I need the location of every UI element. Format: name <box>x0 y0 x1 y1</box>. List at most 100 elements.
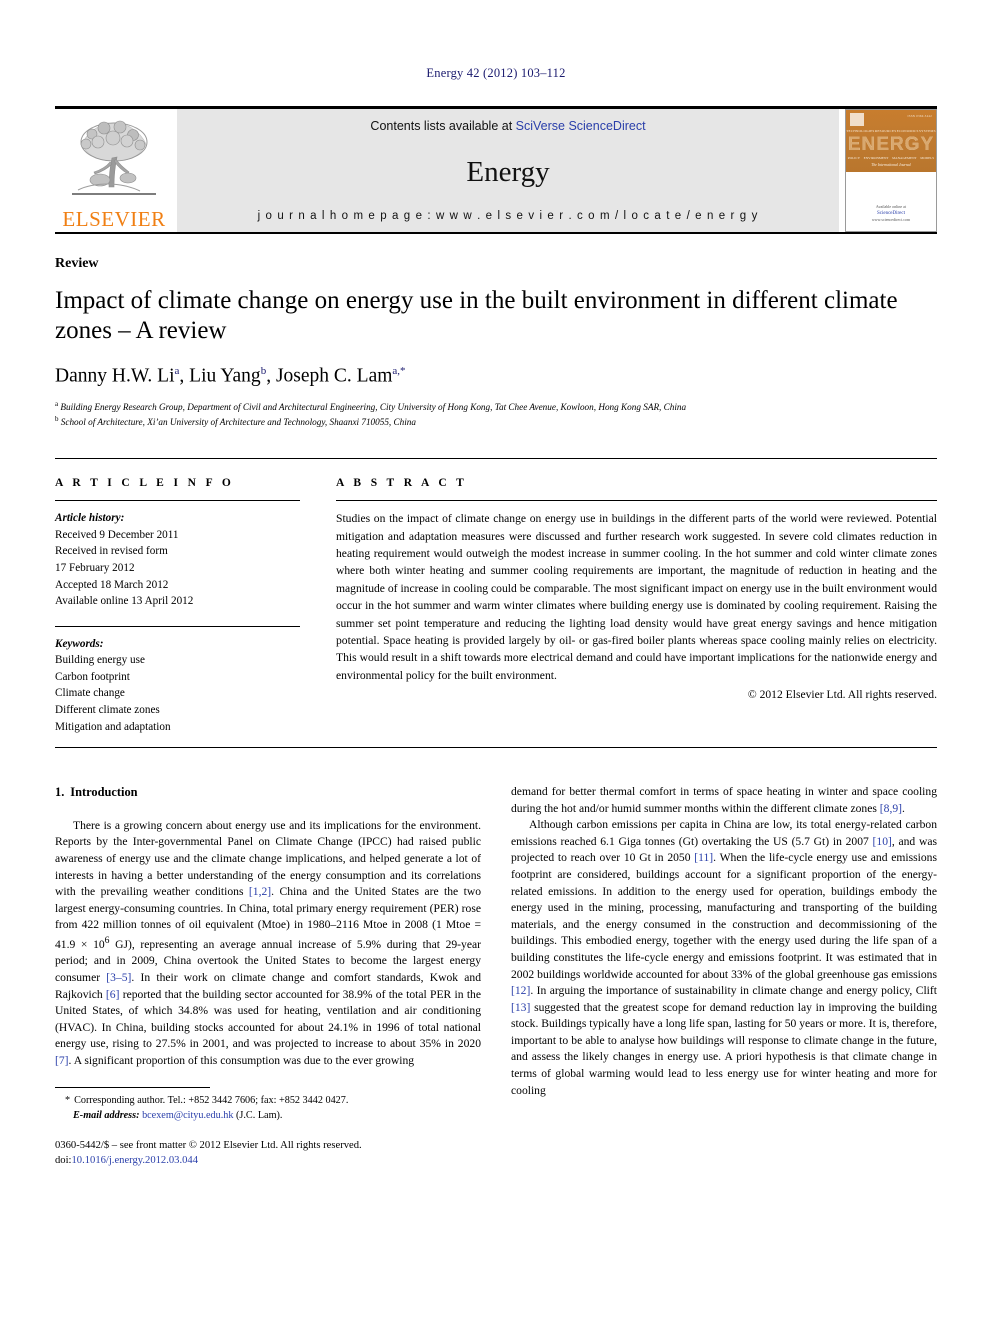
affiliation-a: a Building Energy Research Group, Depart… <box>55 399 937 415</box>
cover-subhead-top-4: SYSTEMS <box>919 129 936 133</box>
cover-subhead-top-2: RESOURCES <box>874 129 897 133</box>
keyword-item: Carbon footprint <box>55 670 130 683</box>
corresponding-author-text: Corresponding author. Tel.: +852 3442 76… <box>74 1095 349 1107</box>
author-1-mark: a <box>174 365 180 377</box>
keyword-item: Climate change <box>55 687 125 700</box>
journal-cover-thumbnail: ISSN 0360-5442 TECHNOLOGIES RESOURCES EC… <box>845 109 937 232</box>
keywords-label: Keywords: <box>55 637 104 650</box>
email-label: E-mail address: <box>73 1110 140 1122</box>
keyword-item: Building energy use <box>55 654 145 667</box>
cover-subhead-bottom-2: ENVIRONMENT <box>863 156 889 160</box>
journal-title: Energy <box>466 156 550 188</box>
history-item: Received in revised form <box>55 545 168 558</box>
keywords-block: Keywords: Building energy use Carbon foo… <box>55 636 300 735</box>
cover-sciencedirect-block: Available online at ScienceDirect www.sc… <box>846 204 936 224</box>
history-item: 17 February 2012 <box>55 561 135 574</box>
abstract-copyright: © 2012 Elsevier Ltd. All rights reserved… <box>747 688 937 702</box>
footnote-star: * <box>65 1095 71 1107</box>
citation-11[interactable]: [11] <box>694 851 713 864</box>
paragraph-intro-2: Although carbon emissions per capita in … <box>511 817 937 1099</box>
cover-subhead-bottom: POLICY ENVIRONMENT MANAGEMENT MODELS <box>846 156 936 160</box>
author-3[interactable]: Joseph C. Lam <box>276 366 392 387</box>
corresponding-author-note: * Corresponding author. Tel.: +852 3442 7… <box>55 1094 481 1124</box>
doi-label: doi: <box>55 1155 72 1167</box>
history-item: Received 9 December 2011 <box>55 528 179 541</box>
article-info-heading: A R T I C L E I N F O <box>55 477 235 490</box>
citation-1-2[interactable]: [1,2] <box>249 885 271 898</box>
citation-8-9[interactable]: [8,9] <box>880 802 902 815</box>
journal-banner: Contents lists available at SciVerse Sci… <box>177 109 839 232</box>
sciencedirect-link[interactable]: SciVerse ScienceDirect <box>516 119 646 133</box>
citation-10[interactable]: [10] <box>873 835 892 848</box>
article-history-label: Article history: <box>55 512 125 525</box>
citation-6[interactable]: [6] <box>106 988 120 1001</box>
journal-homepage[interactable]: j o u r n a l h o m e p a g e : w w w . … <box>258 210 759 222</box>
keywords-rule <box>55 625 300 627</box>
citation-13[interactable]: [13] <box>511 1001 530 1014</box>
running-head: Energy 42 (2012) 103–112 <box>426 66 566 80</box>
affiliation-a-text: Building Energy Research Group, Departme… <box>60 401 687 412</box>
elsevier-wordmark: ELSEVIER <box>62 207 166 231</box>
article-info-column: A R T I C L E I N F O Article history: R… <box>55 477 300 735</box>
doi-value[interactable]: 10.1016/j.energy.2012.03.044 <box>71 1155 198 1166</box>
history-item: Accepted 18 March 2012 <box>55 578 169 591</box>
author-1[interactable]: Danny H.W. Li <box>55 366 175 387</box>
citation-12[interactable]: [12] <box>511 984 530 997</box>
abstract-heading: A B S T R A C T <box>336 477 468 490</box>
keyword-item: Mitigation and adaptation <box>55 720 171 733</box>
cover-top-panel: ISSN 0360-5442 TECHNOLOGIES RESOURCES EC… <box>846 110 936 172</box>
author-3-mark: a,* <box>392 365 406 377</box>
author-2[interactable]: Liu Yang <box>189 366 261 387</box>
cover-bottom-panel: Available online at ScienceDirect www.sc… <box>846 172 936 231</box>
affiliation-b-mark: b <box>55 415 59 424</box>
body-column-left: 1. Introduction There is a growing concer… <box>55 784 481 1169</box>
abstract-rule <box>336 500 937 502</box>
citation-7[interactable]: [7] <box>55 1054 69 1067</box>
abstract-column: A B S T R A C T Studies on the impact of… <box>336 477 937 735</box>
body-column-right: demand for better thermal comfort in ter… <box>511 784 937 1169</box>
footnote-region: * Corresponding author. Tel.: +852 3442 7… <box>55 1087 481 1168</box>
elsevier-tree-icon <box>62 116 166 208</box>
para-text: reported that the building sector accoun… <box>55 987 481 1051</box>
history-item: Available online 13 April 2012 <box>55 595 194 608</box>
abstract-bottom-rule <box>55 747 937 749</box>
affiliation-list: a Building Energy Research Group, Depart… <box>55 399 937 431</box>
section-title: Introduction <box>70 785 138 800</box>
article-history: Article history: Received 9 December 201… <box>55 510 300 609</box>
article-body: 1. Introduction There is a growing concer… <box>55 784 937 1169</box>
cover-sciencedirect-name: ScienceDirect <box>876 210 906 216</box>
doi-line: doi:10.1016/j.energy.2012.03.044 <box>55 1153 481 1168</box>
para-text: . When the life-cycle energy use and emi… <box>511 851 937 981</box>
section-number: 1. <box>55 785 65 800</box>
cover-subhead-bottom-4: MODELS <box>920 156 935 160</box>
info-abstract-region: A R T I C L E I N F O Article history: R… <box>55 458 937 735</box>
article-type: Review <box>55 256 99 271</box>
cover-elsevier-mark-icon <box>850 113 864 126</box>
email-address[interactable]: bcexem@cityu.edu.hk <box>142 1110 233 1121</box>
contents-line: Contents lists available at SciVerse Sci… <box>370 119 645 133</box>
paragraph-intro-1: There is a growing concern about energy … <box>55 818 481 1070</box>
journal-article-page: Energy 42 (2012) 103–112 ELSEVIER Conten… <box>0 0 992 1323</box>
article-title: Impact of climate change on energy use i… <box>55 287 898 344</box>
para-text: . <box>902 801 905 815</box>
cover-sciencedirect-url: www.sciencedirect.com <box>871 217 911 222</box>
section-heading-introduction: 1. Introduction <box>55 784 481 802</box>
issn-copyright-line: 0360-5442/$ – see front matter © 2012 El… <box>55 1138 481 1169</box>
para-text: . A significant proportion of this consu… <box>68 1053 415 1067</box>
email-owner: (J.C. Lam). <box>236 1110 283 1122</box>
affiliation-b-text: School of Architecture, Xi’an University… <box>60 417 416 428</box>
masthead-bottom-rule <box>55 232 937 234</box>
elsevier-logo: ELSEVIER <box>55 109 173 232</box>
cover-title: ENERGY <box>847 134 935 155</box>
cover-subhead-bottom-3: MANAGEMENT <box>892 156 917 160</box>
issn-text: 0360-5442/$ – see front matter © 2012 El… <box>55 1139 362 1151</box>
keyword-item: Different climate zones <box>55 704 160 716</box>
affiliation-b: b School of Architecture, Xi’an Universi… <box>55 414 937 430</box>
citation-3-5[interactable]: [3–5] <box>106 971 131 984</box>
cover-subhead-top-3: ECONOMICS <box>896 129 919 133</box>
cover-issn: ISSN 0360-5442 <box>907 114 932 118</box>
footnote-rule <box>55 1087 210 1089</box>
para-text: demand for better thermal comfort in ter… <box>511 785 937 815</box>
cover-subhead-top: TECHNOLOGIES RESOURCES ECONOMICS SYSTEMS <box>846 129 936 133</box>
paragraph-intro-1-cont: demand for better thermal comfort in ter… <box>511 784 937 817</box>
